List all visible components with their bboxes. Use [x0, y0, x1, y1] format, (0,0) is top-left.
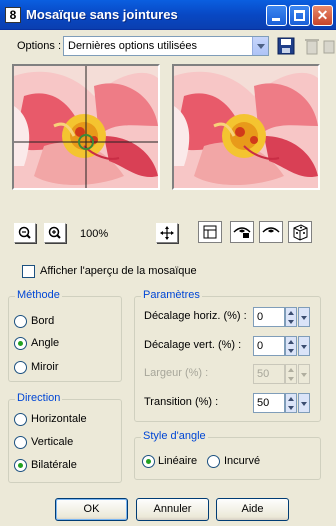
minimize-icon	[272, 18, 280, 21]
methode-bord-label: Bord	[31, 315, 55, 327]
maximize-icon	[294, 10, 305, 21]
parametres-title: Paramètres	[141, 289, 202, 301]
methode-miroir-label: Miroir	[31, 361, 59, 373]
horizontal-offset-label: Décalage horiz. (%) :	[144, 310, 247, 322]
horizontal-offset-spinner[interactable]	[285, 307, 297, 327]
dialog-window: 8 Mosaïque sans jointures ✕ Options : De…	[0, 0, 336, 526]
vertical-offset-spinner[interactable]	[285, 336, 297, 356]
preset-value: Dernières options utilisées	[68, 40, 198, 52]
direction-bilaterale-radio[interactable]	[14, 459, 27, 472]
horizontal-offset-input[interactable]: 0	[253, 307, 285, 327]
move-arrows-icon	[160, 226, 174, 240]
ok-button[interactable]: OK	[55, 498, 128, 521]
trash-icon	[305, 39, 319, 55]
navigator-icon	[203, 225, 217, 239]
maximize-button[interactable]	[289, 5, 310, 26]
zoom-level: 100%	[80, 228, 109, 240]
vertical-offset-value: 0	[257, 340, 264, 352]
title-bar[interactable]: 8 Mosaïque sans jointures ✕	[0, 0, 336, 30]
dice-icon	[293, 224, 308, 241]
navigate-button[interactable]	[198, 221, 222, 243]
eye-lock-icon	[233, 227, 251, 238]
tile-preview-label: Afficher l'aperçu de la mosaïque	[40, 265, 197, 277]
delete-preset-button[interactable]	[302, 36, 322, 56]
floppy-disk-icon	[277, 37, 295, 55]
vertical-offset-input[interactable]: 0	[253, 336, 285, 356]
width-dropdown	[298, 364, 310, 384]
width-input: 50	[253, 364, 285, 384]
zoom-in-button[interactable]	[44, 223, 66, 243]
minimize-button[interactable]	[266, 5, 287, 26]
zoom-out-button[interactable]	[14, 223, 36, 243]
horizontal-offset-value: 0	[257, 311, 264, 323]
auto-proof-button[interactable]	[259, 221, 283, 243]
direction-horizontale-radio[interactable]	[14, 413, 27, 426]
help-button[interactable]: Aide	[216, 498, 289, 521]
style-lineaire-label: Linéaire	[158, 455, 198, 467]
save-preset-button[interactable]	[276, 36, 296, 56]
style-incurve-label: Incurvé	[224, 455, 261, 467]
width-label: Largeur (%) :	[144, 367, 209, 379]
close-button[interactable]: ✕	[312, 5, 333, 26]
tile-preview-checkbox[interactable]	[22, 265, 35, 278]
horizontal-offset-dropdown[interactable]	[298, 307, 310, 327]
direction-horizontale-label: Horizontale	[31, 413, 87, 425]
reset-preset-button[interactable]	[322, 36, 336, 56]
window-title: Mosaïque sans jointures	[26, 7, 178, 22]
zoom-out-icon	[18, 226, 31, 239]
transition-spinner[interactable]	[285, 393, 297, 413]
app-icon: 8	[5, 7, 21, 23]
flower-preview-image	[14, 66, 158, 188]
direction-verticale-radio[interactable]	[14, 436, 27, 449]
methode-miroir-radio[interactable]	[14, 361, 27, 374]
methode-angle-radio[interactable]	[14, 337, 27, 350]
cancel-button[interactable]: Annuler	[136, 498, 209, 521]
proof-button[interactable]	[230, 221, 254, 243]
width-value: 50	[257, 368, 270, 380]
direction-bilaterale-label: Bilatérale	[31, 459, 77, 471]
methode-title: Méthode	[15, 289, 62, 301]
pan-button[interactable]	[156, 223, 178, 243]
style-lineaire-radio[interactable]	[142, 455, 155, 468]
preview-after	[172, 64, 320, 190]
tiled-flower-preview-image	[174, 66, 318, 188]
zoom-in-icon	[48, 226, 61, 239]
methode-angle-label: Angle	[31, 337, 60, 349]
options-label: Options :	[17, 40, 62, 52]
chevron-down-icon[interactable]	[252, 37, 268, 55]
randomize-button[interactable]	[288, 221, 312, 243]
methode-bord-radio[interactable]	[14, 315, 27, 328]
style-incurve-radio[interactable]	[207, 455, 220, 468]
close-icon: ✕	[316, 7, 329, 23]
preview-before[interactable]	[12, 64, 160, 190]
direction-title: Direction	[15, 392, 63, 404]
style-angle-title: Style d'angle	[141, 430, 208, 442]
transition-input[interactable]: 50	[253, 393, 285, 413]
transition-dropdown[interactable]	[298, 393, 310, 413]
eye-icon	[262, 227, 280, 233]
transition-value: 50	[257, 397, 270, 409]
direction-verticale-label: Verticale	[31, 436, 74, 448]
preset-select[interactable]: Dernières options utilisées	[63, 36, 269, 56]
reset-icon	[323, 40, 335, 54]
width-spinner	[285, 364, 297, 384]
vertical-offset-label: Décalage vert. (%) :	[144, 339, 242, 351]
vertical-offset-dropdown[interactable]	[298, 336, 310, 356]
transition-label: Transition (%) :	[144, 396, 219, 408]
